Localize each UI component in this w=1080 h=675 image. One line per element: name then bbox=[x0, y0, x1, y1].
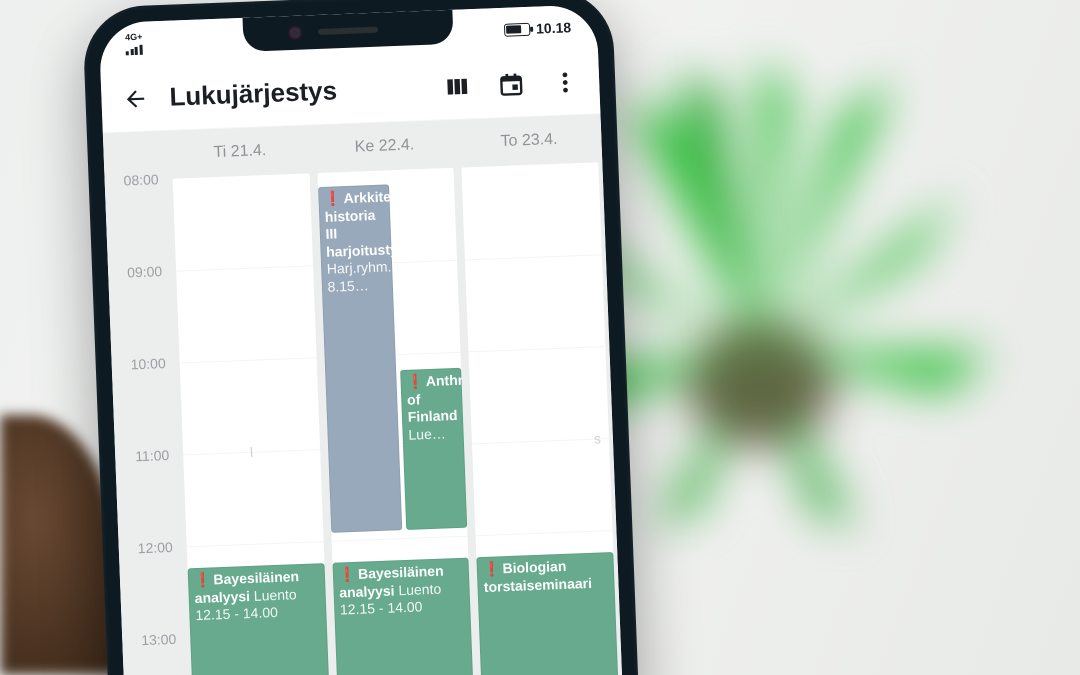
day-header[interactable]: Ke 22.4. bbox=[312, 135, 457, 159]
faint-text: s bbox=[594, 430, 602, 446]
time-label: 08:00 bbox=[123, 171, 159, 188]
time-label: 13:00 bbox=[141, 631, 177, 648]
alert-icon: ❗ bbox=[338, 566, 356, 583]
time-label: 09:00 bbox=[127, 263, 163, 280]
alert-icon: ❗ bbox=[194, 571, 212, 588]
dots-vertical-icon bbox=[552, 69, 579, 96]
back-button[interactable] bbox=[115, 78, 157, 120]
alert-icon: ❗ bbox=[483, 560, 501, 577]
today-button[interactable] bbox=[490, 63, 532, 105]
day-column-to[interactable]: s ❗Biologian torstaiseminaari bbox=[462, 162, 620, 675]
battery-icon bbox=[504, 22, 530, 36]
alert-icon: ❗ bbox=[324, 190, 342, 207]
event-bayes-ti[interactable]: ❗Bayesiläinen analyysi Luento 12.15 - 14… bbox=[188, 563, 330, 675]
arrow-left-icon bbox=[122, 85, 149, 112]
day-column-ke[interactable]: ❗Arkkitehtuurin historia III harjoitusty… bbox=[317, 168, 475, 675]
day-header[interactable]: Ti 21.4. bbox=[167, 140, 312, 164]
event-biologia[interactable]: ❗Biologian torstaiseminaari bbox=[477, 552, 619, 675]
calendar-today-icon bbox=[498, 71, 525, 98]
columns-icon bbox=[444, 73, 471, 100]
day-column-ti[interactable]: I ❗Bayesiläinen analyysi Luento 12.15 - … bbox=[173, 173, 331, 675]
event-arkkitehtuuri[interactable]: ❗Arkkitehtuurin historia III harjoitusty… bbox=[318, 184, 402, 532]
time-label: 11:00 bbox=[135, 447, 170, 464]
view-columns-button[interactable] bbox=[437, 65, 479, 107]
day-header[interactable]: To 23.4. bbox=[456, 129, 601, 153]
calendar-view[interactable]: Ti 21.4. Ke 22.4. To 23.4. 08:00 09:00 1… bbox=[103, 114, 630, 675]
time-label: 12:00 bbox=[137, 539, 173, 556]
page-title: Lukujärjestys bbox=[169, 75, 338, 112]
overflow-menu-button[interactable] bbox=[544, 61, 586, 103]
alert-icon: ❗ bbox=[406, 373, 424, 390]
event-bayes-ke[interactable]: ❗Bayesiläinen analyysi Luento 12.15 - 14… bbox=[332, 558, 474, 675]
clock: 10.18 bbox=[536, 19, 572, 36]
screen: 4G+ 10.18 Lukujärjestys bbox=[99, 4, 630, 675]
signal-bars-icon bbox=[126, 43, 143, 56]
faint-text: I bbox=[249, 444, 254, 460]
event-anthropology[interactable]: ❗Anthropology of Finland Lue… bbox=[400, 368, 468, 530]
network-label: 4G+ bbox=[125, 33, 143, 43]
time-label: 10:00 bbox=[130, 355, 166, 372]
phone-frame: 4G+ 10.18 Lukujärjestys bbox=[82, 0, 646, 675]
